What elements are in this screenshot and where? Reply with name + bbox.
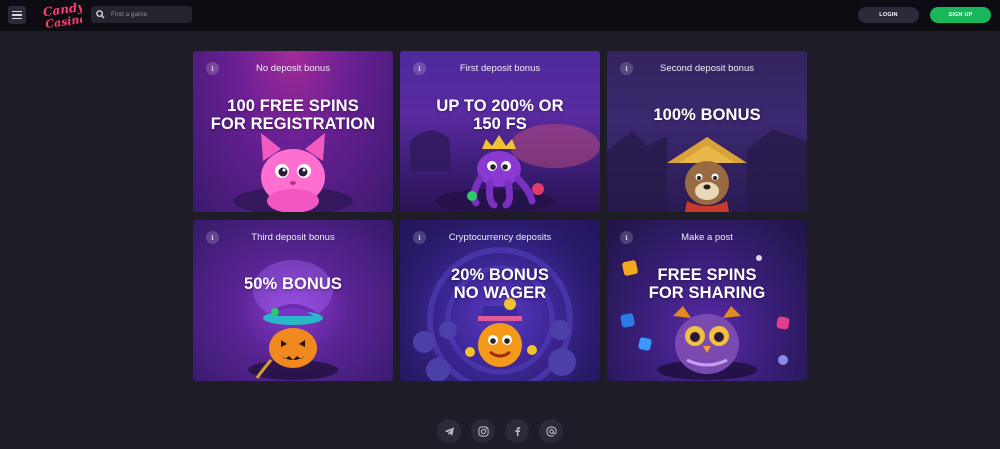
candy-casino-logo[interactable]: Candy Casino [40, 1, 82, 30]
bonus-card-second-deposit[interactable]: i Second deposit bonus 100% BONUS [607, 51, 807, 212]
info-icon[interactable]: i [413, 62, 426, 75]
search-box[interactable] [91, 6, 192, 23]
card-title: No deposit bonus [256, 63, 330, 74]
card-title: Cryptocurrency deposits [448, 232, 552, 243]
top-header: Candy Casino LOGIN SIGN UP [0, 0, 1000, 31]
headline-line: FOR REGISTRATION [210, 115, 376, 133]
headline-line: 50% BONUS [243, 275, 343, 293]
login-button[interactable]: LOGIN [858, 7, 919, 23]
bonus-card-crypto-deposits[interactable]: i Cryptocurrency deposits 20% BONUS NO W… [400, 220, 600, 381]
facebook-icon [514, 426, 520, 436]
pumpkin-witch-illustration [248, 260, 338, 380]
menu-icon-bar [12, 14, 22, 16]
card-headline: 100% BONUS [615, 106, 799, 124]
signup-button[interactable]: SIGN UP [930, 7, 991, 23]
facebook-link[interactable] [505, 419, 529, 443]
card-headline: 50% BONUS [201, 275, 385, 293]
search-input[interactable] [111, 11, 191, 18]
telegram-icon [444, 426, 454, 436]
headline-line: 150 FS [473, 115, 527, 133]
card-title: Make a post [681, 232, 733, 243]
info-icon[interactable]: i [620, 62, 633, 75]
card-headline: FREE SPINS FOR SHARING [615, 266, 799, 302]
headline-line: 100% BONUS [653, 106, 761, 124]
info-icon[interactable]: i [620, 231, 633, 244]
email-icon [545, 425, 557, 437]
bonus-card-first-deposit[interactable]: i First deposit bonus UP TO 200% OR 150 … [400, 51, 600, 212]
menu-icon-bar [12, 17, 22, 20]
headline-line: NO WAGER [453, 284, 547, 302]
telegram-link[interactable] [437, 419, 461, 443]
bonus-card-make-a-post[interactable]: i Make a post FREE SPINS FOR SHARING [607, 220, 807, 381]
card-title: First deposit bonus [459, 63, 541, 74]
dog-with-hat-illustration [607, 129, 807, 212]
headline-line: 100 FREE SPINS [227, 97, 359, 115]
card-headline: 100 FREE SPINS FOR REGISTRATION [201, 97, 385, 133]
instagram-link[interactable] [471, 419, 495, 443]
info-icon[interactable]: i [206, 62, 219, 75]
card-title: Third deposit bonus [251, 232, 335, 243]
instagram-icon [477, 425, 489, 437]
card-headline: 20% BONUS NO WAGER [408, 266, 592, 302]
card-headline: UP TO 200% OR 150 FS [408, 97, 592, 133]
card-title: Second deposit bonus [659, 63, 755, 74]
headline-line: FREE SPINS [657, 266, 757, 284]
menu-icon-bar [12, 10, 22, 13]
search-icon [96, 10, 105, 19]
menu-button[interactable] [8, 6, 26, 24]
info-icon[interactable]: i [206, 231, 219, 244]
headline-line: FOR SHARING [648, 284, 766, 302]
bonus-card-third-deposit[interactable]: i Third deposit bonus 50% BONUS [193, 220, 393, 381]
headline-line: UP TO 200% OR [436, 97, 564, 115]
info-icon[interactable]: i [413, 231, 426, 244]
email-link[interactable] [539, 419, 563, 443]
bonus-card-no-deposit[interactable]: i No deposit bonus 100 FREE SPINS FOR RE… [193, 51, 393, 212]
headline-line: 20% BONUS [450, 266, 550, 284]
